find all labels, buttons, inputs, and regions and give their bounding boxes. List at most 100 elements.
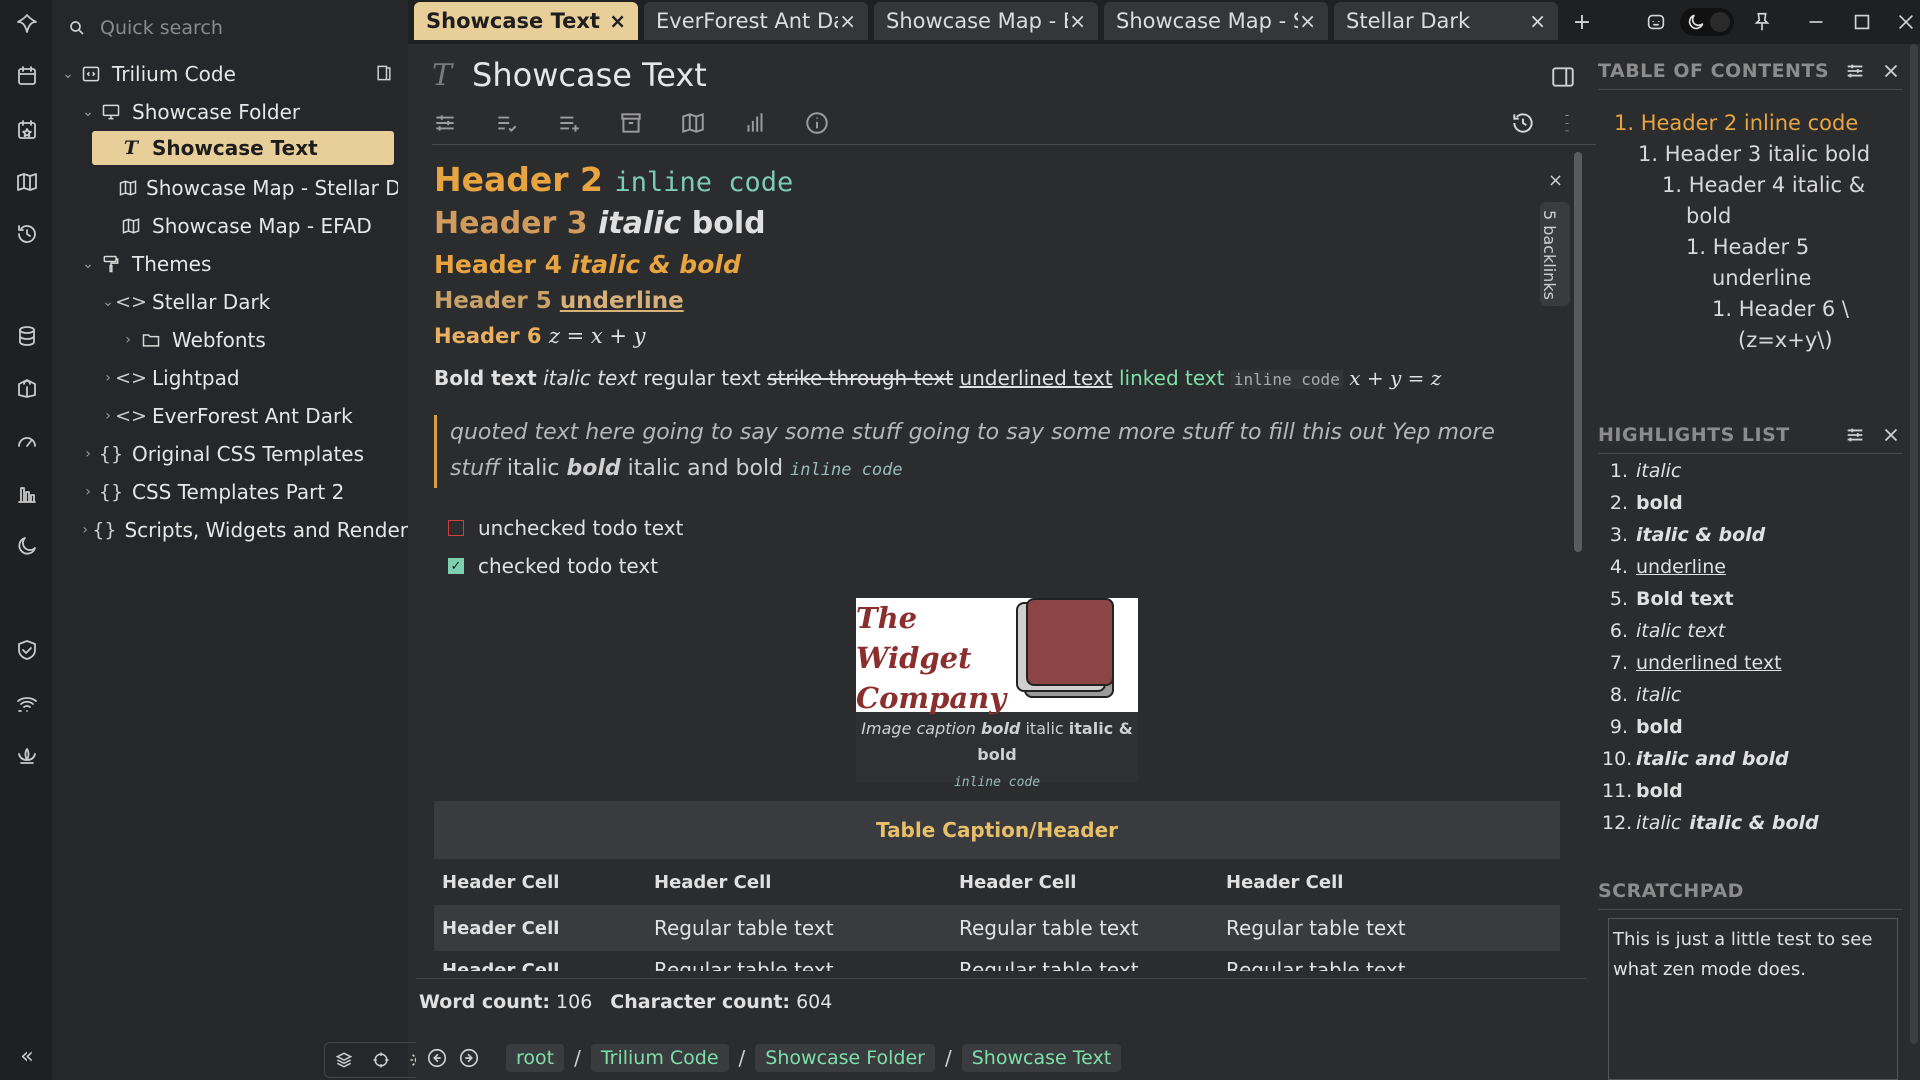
map-icon[interactable]: [11, 166, 43, 198]
crosshair-icon[interactable]: [371, 1050, 391, 1070]
breadcrumb-trilium-code[interactable]: Trilium Code: [590, 1044, 729, 1072]
tree-item-css-part2[interactable]: › {} CSS Templates Part 2: [78, 475, 398, 509]
close-window-icon[interactable]: [1890, 6, 1920, 38]
checkbox[interactable]: [448, 520, 464, 536]
book-icon[interactable]: [11, 372, 43, 404]
highlight-item[interactable]: 9. bold: [1602, 716, 1683, 738]
tree-item-everforest[interactable]: › <> EverForest Ant Dark: [98, 399, 398, 433]
tree-item-stellar-dark[interactable]: ⌄ <> Stellar Dark: [98, 285, 398, 319]
shield-icon[interactable]: [11, 634, 43, 666]
toggle-knob: [1710, 12, 1730, 32]
tree-item-themes[interactable]: ⌄ Themes: [78, 247, 398, 281]
collapse-sidebar-icon[interactable]: «: [11, 1040, 43, 1072]
new-tab-button[interactable]: +: [1566, 6, 1598, 38]
chevron-right-icon[interactable]: ›: [78, 522, 92, 538]
chevron-right-icon[interactable]: ›: [118, 332, 138, 348]
more-menu-icon[interactable]: [1554, 110, 1582, 138]
close-icon[interactable]: ×: [838, 9, 856, 33]
toc-item[interactable]: 1. Header 4 italic &: [1662, 170, 1865, 201]
breadcrumb-showcase-folder[interactable]: Showcase Folder: [755, 1044, 935, 1072]
todo-item[interactable]: ✓ checked todo text: [448, 554, 658, 578]
maximize-icon[interactable]: [1846, 6, 1878, 38]
forward-icon[interactable]: [458, 1047, 480, 1069]
history-icon[interactable]: [11, 218, 43, 250]
settings-sliders-icon[interactable]: [1844, 60, 1866, 82]
chevron-right-icon[interactable]: ›: [78, 446, 98, 462]
layers-icon[interactable]: [334, 1050, 354, 1070]
highlight-item[interactable]: 4. underline: [1602, 556, 1726, 578]
wifi-icon[interactable]: [11, 688, 43, 720]
highlights-header: HIGHLIGHTS LIST: [1598, 416, 1902, 454]
tree-item-showcase-text[interactable]: T Showcase Text: [92, 131, 394, 165]
breadcrumb-showcase-text[interactable]: Showcase Text: [961, 1044, 1122, 1072]
checkbox-checked[interactable]: ✓: [448, 558, 464, 574]
back-icon[interactable]: [426, 1047, 448, 1069]
inline-link[interactable]: linked text: [1119, 366, 1225, 390]
theme-toggle[interactable]: [1680, 8, 1734, 36]
robot-icon[interactable]: [1640, 6, 1672, 38]
minimize-icon[interactable]: [1800, 6, 1832, 38]
highlight-item[interactable]: 2. bold: [1602, 492, 1683, 514]
tab-showcase-text[interactable]: Showcase Text ×: [414, 2, 638, 40]
tree-item-lightpad[interactable]: › <> Lightpad: [98, 361, 398, 395]
close-backlinks-icon[interactable]: ×: [1548, 170, 1563, 191]
toc-item[interactable]: 1. Header 3 italic bold: [1638, 139, 1870, 170]
tree-item-original-css[interactable]: › {} Original CSS Templates: [78, 437, 398, 471]
editor-scrollbar[interactable]: [1574, 152, 1582, 552]
tree-item-showcase-map-stellar[interactable]: Showcase Map - Stellar Da: [118, 171, 398, 205]
tab-stellar-dark[interactable]: Stellar Dark ×: [1334, 2, 1558, 40]
tab-showcase-map-e[interactable]: Showcase Map - E ×: [874, 2, 1098, 40]
tab-showcase-map-s[interactable]: Showcase Map - S ×: [1104, 2, 1328, 40]
toc-item[interactable]: 1. Header 6 \: [1712, 294, 1849, 325]
tab-everforest[interactable]: EverForest Ant Da ×: [644, 2, 868, 40]
trilium-logo-icon[interactable]: [11, 8, 43, 40]
highlight-item[interactable]: 3. italic & bold: [1602, 524, 1765, 546]
dashboard-icon[interactable]: [11, 426, 43, 458]
todo-item[interactable]: unchecked todo text: [448, 516, 683, 540]
settings-sliders-icon[interactable]: [1844, 424, 1866, 446]
close-icon[interactable]: ×: [1528, 9, 1546, 33]
highlight-item[interactable]: 11. bold: [1602, 780, 1683, 802]
highlight-item[interactable]: 7. underlined text: [1602, 652, 1782, 674]
database-icon[interactable]: [11, 320, 43, 352]
highlight-item[interactable]: 8. italic: [1602, 684, 1682, 706]
book-open-icon[interactable]: [374, 63, 394, 83]
chevron-right-icon[interactable]: ›: [78, 484, 98, 500]
moon-icon[interactable]: [11, 530, 43, 562]
close-icon[interactable]: ×: [1068, 9, 1086, 33]
toc-item[interactable]: 1. Header 2 inline code: [1614, 108, 1858, 139]
search-input[interactable]: Quick search: [100, 17, 223, 39]
chevron-down-icon[interactable]: ⌄: [58, 66, 78, 82]
chevron-down-icon[interactable]: ⌄: [78, 256, 98, 272]
tree-item-showcase-map-efad[interactable]: Showcase Map - EFAD: [118, 209, 398, 243]
highlight-item[interactable]: 10. italic and bold: [1602, 748, 1789, 770]
highlight-item[interactable]: 12. italic italic & bold: [1602, 812, 1819, 834]
bar-chart-icon[interactable]: [11, 478, 43, 510]
calendar-icon[interactable]: [11, 60, 43, 92]
note-title[interactable]: Showcase Text: [472, 56, 707, 94]
tree-item-trilium-code[interactable]: ⌄ Trilium Code: [58, 57, 398, 91]
tree-item-showcase-folder[interactable]: ⌄ Showcase Folder: [78, 95, 398, 129]
pin-icon[interactable]: [1746, 6, 1778, 38]
lotus-icon[interactable]: [11, 740, 43, 772]
highlight-item[interactable]: 5. Bold text: [1602, 588, 1734, 610]
chevron-down-icon[interactable]: ⌄: [78, 104, 98, 120]
close-icon[interactable]: [1880, 60, 1902, 82]
code-icon: <>: [115, 367, 147, 389]
image-figure[interactable]: The Widget Company Image caption bold it…: [856, 598, 1138, 790]
close-icon[interactable]: [1880, 424, 1902, 446]
highlight-item[interactable]: 1. italic: [1602, 460, 1682, 482]
toggle-right-pane-icon[interactable]: [1550, 64, 1576, 90]
close-icon[interactable]: ×: [608, 9, 626, 33]
highlight-item[interactable]: 6. italic text: [1602, 620, 1725, 642]
calendar-star-icon[interactable]: [11, 114, 43, 146]
quick-search[interactable]: Quick search: [60, 10, 400, 46]
right-pane-scrollbar[interactable]: [1910, 44, 1918, 1044]
backlinks-badge[interactable]: 5 backlinks: [1540, 202, 1570, 306]
tree-item-scripts[interactable]: › {} Scripts, Widgets and Render: [78, 513, 408, 547]
scratchpad-textarea[interactable]: This is just a little test to see what z…: [1608, 918, 1898, 1080]
toc-item[interactable]: 1. Header 5: [1686, 232, 1809, 263]
tree-item-webfonts[interactable]: › Webfonts: [118, 323, 398, 357]
breadcrumb-root[interactable]: root: [506, 1044, 565, 1072]
close-icon[interactable]: ×: [1298, 9, 1316, 33]
